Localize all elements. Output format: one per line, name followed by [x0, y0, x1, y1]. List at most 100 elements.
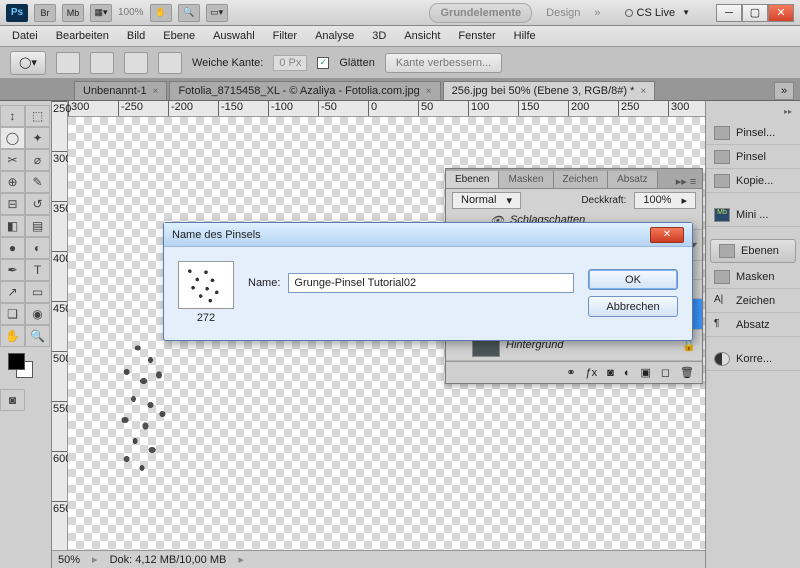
doc-tab-0[interactable]: Unbenannt-1× — [74, 81, 167, 100]
quickmask-tool[interactable]: ◙ — [0, 389, 25, 411]
stamp-tool[interactable]: ⊟ — [0, 193, 25, 215]
mask-icon[interactable]: ◙ — [607, 367, 614, 379]
cancel-button[interactable]: Abbrechen — [588, 296, 678, 317]
status-dok[interactable]: Dok: 4,12 MB/10,00 MB — [110, 554, 227, 566]
fx-icon[interactable]: ƒx — [586, 367, 598, 379]
tabs-overflow-icon[interactable]: » — [774, 82, 794, 100]
zoom-tool[interactable]: 🔍 — [25, 325, 50, 347]
workspace-grundelemente[interactable]: Grundelemente — [429, 3, 532, 23]
adjustment-icon[interactable]: ◐ — [624, 367, 631, 379]
hand-tool[interactable]: ✋ — [0, 325, 25, 347]
opacity-value[interactable]: 100%▸ — [634, 192, 696, 209]
shape-tool[interactable]: ▭ — [25, 281, 50, 303]
pen-tool[interactable]: ✒ — [0, 259, 25, 281]
panel-tab-ebenen[interactable]: Ebenen — [446, 171, 499, 188]
status-zoom[interactable]: 50% — [58, 554, 80, 566]
menu-bar: Datei Bearbeiten Bild Ebene Auswahl Filt… — [0, 26, 800, 47]
doc-tab-2[interactable]: 256.jpg bei 50% (Ebene 3, RGB/8#) *× — [443, 81, 656, 100]
new-layer-icon[interactable]: ◻ — [661, 366, 670, 379]
hand-icon[interactable]: ✋ — [150, 4, 172, 22]
gradient-tool[interactable]: ▤ — [25, 215, 50, 237]
cs-live[interactable]: CS Live▼ — [625, 7, 690, 19]
link-icon[interactable]: ⚭ — [566, 366, 575, 379]
panel-tab-absatz[interactable]: Absatz — [608, 171, 658, 188]
crop-tool[interactable]: ✂ — [0, 149, 25, 171]
dock-pinsel[interactable]: Pinsel — [706, 145, 800, 169]
workspace-more-icon[interactable]: » — [594, 7, 600, 19]
menu-auswahl[interactable]: Auswahl — [213, 30, 255, 42]
eyedropper-tool[interactable]: ⌀ — [25, 149, 50, 171]
brush-preview: 272 — [178, 261, 234, 324]
antialias-checkbox[interactable]: ✓ — [317, 57, 329, 69]
ok-button[interactable]: OK — [588, 269, 678, 290]
blur-tool[interactable]: ● — [0, 237, 25, 259]
refine-edge-button[interactable]: Kante verbessern... — [385, 53, 502, 73]
lasso-tool[interactable]: ◯ — [0, 127, 25, 149]
menu-bearbeiten[interactable]: Bearbeiten — [56, 30, 109, 42]
menu-analyse[interactable]: Analyse — [315, 30, 354, 42]
panel-tab-zeichen[interactable]: Zeichen — [554, 171, 609, 188]
close-button[interactable]: ✕ — [768, 4, 794, 22]
zoom-display[interactable]: 100% — [118, 7, 144, 18]
menu-fenster[interactable]: Fenster — [458, 30, 495, 42]
heal-tool[interactable]: ⊕ — [0, 171, 25, 193]
folder-icon[interactable]: ▣ — [640, 366, 650, 379]
add-selection-icon[interactable] — [90, 52, 114, 74]
dock-korrekturen[interactable]: Korre... — [706, 347, 800, 371]
path-tool[interactable]: ↗ — [0, 281, 25, 303]
zoom-icon[interactable]: 🔍 — [178, 4, 200, 22]
dodge-tool[interactable]: ◐ — [25, 237, 50, 259]
dock-pinselvorgaben[interactable]: Pinsel... — [706, 121, 800, 145]
close-icon[interactable]: × — [153, 86, 159, 97]
minimize-button[interactable]: ─ — [716, 4, 742, 22]
eraser-tool[interactable]: ◧ — [0, 215, 25, 237]
menu-bild[interactable]: Bild — [127, 30, 145, 42]
type-tool[interactable]: T — [25, 259, 50, 281]
panel-menu-icon[interactable]: ▸▸ ≡ — [670, 175, 702, 188]
menu-hilfe[interactable]: Hilfe — [514, 30, 536, 42]
dock-ebenen[interactable]: Ebenen — [710, 239, 796, 263]
trash-icon[interactable]: 🗑 — [680, 366, 694, 379]
minibridge-icon[interactable]: Mb — [62, 4, 84, 22]
dialog-title-bar[interactable]: Name des Pinsels ✕ — [164, 223, 692, 247]
doc-tab-1[interactable]: Fotolia_8715458_XL - © Azaliya - Fotolia… — [169, 81, 440, 100]
marquee-tool[interactable]: ⬚ — [25, 105, 50, 127]
close-icon[interactable]: × — [640, 86, 646, 97]
move-tool[interactable]: ↕ — [0, 105, 25, 127]
screen-mode-icon[interactable]: ▭▾ — [206, 4, 228, 22]
dock-absatz[interactable]: ¶Absatz — [706, 313, 800, 337]
history-brush-tool[interactable]: ↺ — [25, 193, 50, 215]
horizontal-ruler[interactable]: 300-250-200-150-100-50050100150200250300… — [68, 101, 705, 117]
new-selection-icon[interactable] — [56, 52, 80, 74]
dock-kopierquelle[interactable]: Kopie... — [706, 169, 800, 193]
dock-minibridge[interactable]: MbMini ... — [706, 203, 800, 227]
dialog-close-button[interactable]: ✕ — [650, 227, 684, 243]
menu-datei[interactable]: Datei — [12, 30, 38, 42]
menu-ebene[interactable]: Ebene — [163, 30, 195, 42]
arrange-docs-icon[interactable]: ▦▾ — [90, 4, 112, 22]
wand-tool[interactable]: ✦ — [25, 127, 50, 149]
menu-ansicht[interactable]: Ansicht — [404, 30, 440, 42]
dock-collapse-icon[interactable]: ▸▸ — [706, 101, 800, 121]
3d-tool[interactable]: ❑ — [0, 303, 25, 325]
color-swatches[interactable] — [4, 353, 47, 383]
bridge-icon[interactable]: Br — [34, 4, 56, 22]
close-icon[interactable]: × — [426, 86, 432, 97]
brush-tool[interactable]: ✎ — [25, 171, 50, 193]
menu-filter[interactable]: Filter — [273, 30, 297, 42]
dock-zeichen[interactable]: A|Zeichen — [706, 289, 800, 313]
workspace-design[interactable]: Design — [546, 7, 580, 19]
panel-tab-masken[interactable]: Masken — [499, 171, 553, 188]
feather-value[interactable]: 0 Px — [273, 55, 307, 71]
feather-label: Weiche Kante: — [192, 57, 263, 69]
maximize-button[interactable]: ▢ — [742, 4, 768, 22]
subtract-selection-icon[interactable] — [124, 52, 148, 74]
dock-masken[interactable]: Masken — [706, 265, 800, 289]
intersect-selection-icon[interactable] — [158, 52, 182, 74]
tool-preset-icon[interactable]: ◯▾ — [10, 51, 46, 75]
blend-mode-select[interactable]: Normal▾ — [452, 192, 521, 209]
brush-name-input[interactable] — [288, 273, 574, 293]
3d-cam-tool[interactable]: ◉ — [25, 303, 50, 325]
vertical-ruler[interactable]: 2503003504004505005506006507007508008509… — [52, 101, 68, 550]
menu-3d[interactable]: 3D — [372, 30, 386, 42]
